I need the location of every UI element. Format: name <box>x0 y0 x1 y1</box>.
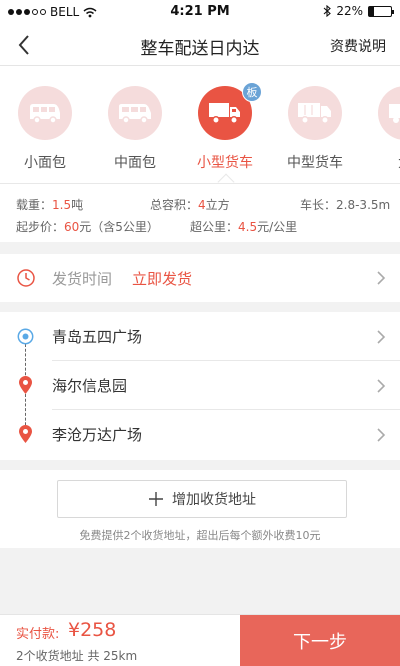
spec-length-label: 车长： <box>300 198 337 212</box>
vehicle-label: 小面包 <box>24 155 66 171</box>
battery-percent: 22% <box>336 4 363 18</box>
clock-icon <box>17 269 35 287</box>
spec-volume: 总容积：4立方 <box>150 196 230 213</box>
plus-icon <box>149 492 163 506</box>
status-bar: BELL 4:21 PM 22% <box>0 0 400 24</box>
vehicle-label: 中面包 <box>114 155 156 171</box>
address-row-destination[interactable]: 海尔信息园 <box>0 361 400 410</box>
spec-load-label: 载重： <box>16 198 53 212</box>
minivan-icon <box>30 104 60 124</box>
address-row-destination[interactable]: 李沧万达广场 <box>0 410 400 459</box>
nav-header: 整车配送日内达 资费说明 <box>0 24 400 66</box>
bluetooth-icon <box>323 5 332 17</box>
spec-over-km: 超公里：4.5元/公里 <box>190 218 297 235</box>
spec-over-label: 超公里： <box>190 220 239 234</box>
location-pin-icon <box>19 425 32 443</box>
vehicle-label: 中型货车 <box>287 155 343 171</box>
spec-length: 车长：2.8-3.5m <box>300 196 390 213</box>
vehicle-specs: 载重：1.5吨 总容积：4立方 车长：2.8-3.5m 起步价：60元（含5公里… <box>0 184 400 242</box>
payment-label: 实付款: <box>16 627 60 642</box>
vehicle-option-van[interactable]: 中面包 <box>90 66 180 183</box>
spec-start-label: 起步价： <box>16 220 65 234</box>
shipping-time-row[interactable]: 发货时间 立即发货 <box>0 254 400 302</box>
chevron-right-icon <box>377 428 386 442</box>
van-icon <box>119 104 151 124</box>
shipping-time-label: 发货时间 <box>52 270 113 288</box>
address-text: 青岛五四广场 <box>52 328 143 346</box>
medium-truck-icon <box>298 103 331 124</box>
spec-volume-unit: 立方 <box>205 198 230 212</box>
chevron-right-icon <box>377 271 386 285</box>
small-truck-icon <box>209 103 240 124</box>
fee-info-link[interactable]: 资费说明 <box>330 36 386 56</box>
selection-pointer <box>217 173 235 183</box>
spec-volume-label: 总容积： <box>150 198 199 212</box>
spec-load-unit: 吨 <box>71 198 84 212</box>
vehicle-option-small-truck[interactable]: 板 小型货车 <box>180 66 270 183</box>
add-address-button[interactable]: 增加收货地址 <box>57 480 347 518</box>
add-address-section: 增加收货地址 免费提供2个收货地址，超出后每个额外收费10元 <box>0 470 400 548</box>
vehicle-badge: 板 <box>242 82 262 102</box>
bottom-bar: 实付款: ¥258 2个收货地址 共 25km 下一步 <box>0 614 400 666</box>
address-text: 海尔信息园 <box>52 377 128 395</box>
vehicle-label: 大 <box>360 152 400 172</box>
location-pin-icon <box>19 376 32 394</box>
vehicle-option-medium-truck[interactable]: 中型货车 <box>270 66 360 183</box>
chevron-right-icon <box>377 379 386 393</box>
spec-volume-value: 4 <box>198 198 206 212</box>
spec-over-unit: 元/公里 <box>257 220 298 234</box>
chevron-right-icon <box>377 330 386 344</box>
address-row-origin[interactable]: 青岛五四广场 <box>0 312 400 361</box>
spec-start-value: 60 <box>64 220 80 234</box>
address-text: 李沧万达广场 <box>52 426 143 444</box>
address-list: 青岛五四广场 海尔信息园 李沧万达广场 <box>0 312 400 460</box>
spec-load-value: 1.5 <box>52 198 72 212</box>
battery-level <box>369 6 374 16</box>
large-truck-icon <box>389 104 400 123</box>
battery-icon <box>368 5 394 17</box>
vehicle-option-minivan[interactable]: 小面包 <box>0 66 90 183</box>
spec-start-unit: 元（含5公里） <box>79 220 159 234</box>
payment-amount: ¥258 <box>68 619 117 641</box>
shipping-time-value: 立即发货 <box>132 270 193 288</box>
vehicle-option-large-truck[interactable]: 大 <box>360 66 400 183</box>
origin-marker-icon <box>17 328 34 345</box>
vehicle-label: 小型货车 <box>197 155 253 171</box>
spec-start-price: 起步价：60元（含5公里） <box>16 218 159 235</box>
spec-length-value: 2.8-3.5m <box>336 198 391 212</box>
vehicle-selector: 小面包 中面包 板 小型货车 中型货车 <box>0 66 400 184</box>
route-summary: 2个收货地址 共 25km <box>16 649 138 663</box>
next-step-button[interactable]: 下一步 <box>240 615 400 666</box>
spec-over-value: 4.5 <box>238 220 258 234</box>
add-address-note: 免费提供2个收货地址，超出后每个额外收费10元 <box>79 529 321 542</box>
add-address-label: 增加收货地址 <box>172 492 256 508</box>
spec-load: 载重：1.5吨 <box>16 196 83 213</box>
